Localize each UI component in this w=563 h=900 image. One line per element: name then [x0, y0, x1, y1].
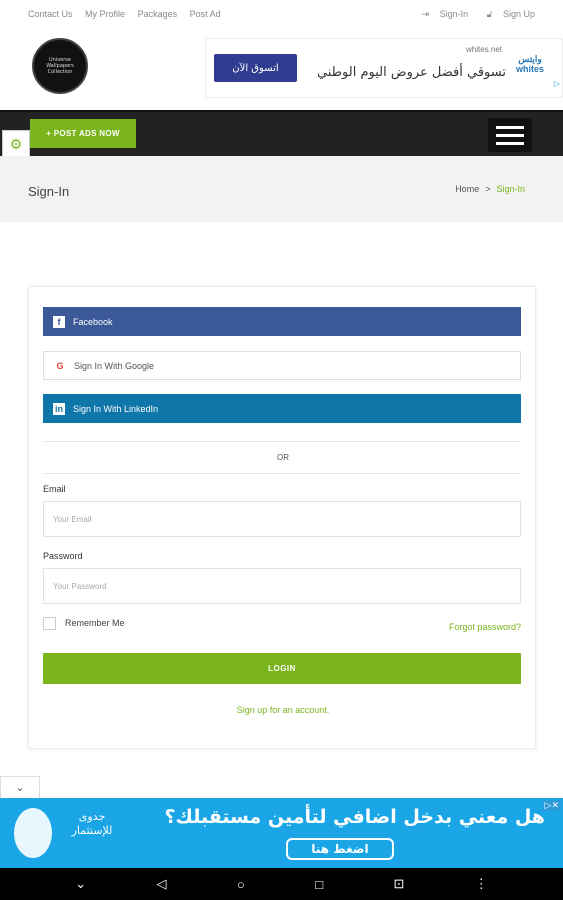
password-label: Password — [43, 551, 83, 561]
google-login-button[interactable]: G Sign In With Google — [43, 351, 521, 380]
bottom-ad-banner[interactable]: جدوى للإستثمار هل معني بدخل اضافي لتأمين… — [0, 798, 563, 868]
screenshot-icon[interactable]: ⊡ — [393, 876, 404, 892]
breadcrumb-bar: Sign-In Home > Sign-In — [0, 156, 563, 222]
ad-brand-logo: وايتس whites — [515, 54, 544, 74]
signup-link[interactable]: 🔓︎ Sign Up — [479, 9, 535, 19]
facebook-label: Facebook — [73, 316, 113, 327]
facebook-icon: f — [53, 315, 65, 328]
ad-brand: جدوى للإستثمار — [71, 810, 113, 838]
signin-icon: ⇥ — [421, 8, 430, 19]
linkedin-icon: in — [53, 402, 65, 415]
ad-shop-button[interactable]: اتسوق الآن — [214, 54, 297, 82]
contact-us-link[interactable]: Contact Us — [28, 9, 73, 19]
breadcrumb-home[interactable]: Home — [455, 184, 479, 194]
page-title: Sign-In — [28, 184, 70, 199]
top-bar: Contact Us My Profile Packages Post Ad ⇥… — [0, 0, 563, 28]
menu-icon[interactable] — [488, 118, 532, 152]
packages-link[interactable]: Packages — [138, 9, 178, 19]
breadcrumb-current: Sign-In — [496, 184, 525, 194]
recents-icon[interactable]: □ — [315, 877, 323, 892]
signup-link[interactable]: Sign up for an account. — [29, 705, 537, 715]
divider-top — [43, 441, 521, 442]
gear-icon[interactable]: ⚙ — [2, 130, 30, 158]
auth-links: ⇥ Sign-In 🔓︎ Sign Up — [406, 9, 536, 20]
plus-icon: + — [46, 129, 54, 138]
facebook-login-button[interactable]: f Facebook — [43, 307, 521, 336]
ad-cta-button[interactable]: اضغط هنا — [286, 838, 394, 860]
ad-domain: whites.net — [465, 45, 502, 54]
or-separator: OR — [277, 453, 289, 462]
ad-headline: تسوقي أفضل عروض اليوم الوطني — [316, 65, 506, 80]
post-ads-button[interactable]: + POST ADS NOW — [30, 119, 136, 148]
signup-label: Sign Up — [502, 8, 535, 19]
more-icon[interactable]: ⋮ — [475, 876, 488, 892]
my-profile-link[interactable]: My Profile — [85, 9, 125, 19]
google-label: Sign In With Google — [74, 360, 155, 371]
linkedin-label: Sign In With LinkedIn — [73, 403, 159, 414]
breadcrumb: Home > Sign-In — [455, 184, 525, 194]
email-label: Email — [43, 484, 66, 494]
signin-label: Sign-In — [439, 8, 469, 19]
logo-text: Universe Wallpapers Collection — [46, 57, 74, 75]
lock-icon: 🔓︎ — [486, 8, 493, 19]
post-ads-label: POST ADS NOW — [53, 129, 120, 138]
remember-me-checkbox[interactable] — [43, 617, 56, 630]
collapse-icon[interactable]: ⌄ — [75, 876, 86, 892]
chevron-down-icon[interactable]: ⌄ — [0, 776, 40, 798]
header: Universe Wallpapers Collection اتسوق الآ… — [0, 28, 563, 110]
linkedin-login-button[interactable]: in Sign In With LinkedIn — [43, 394, 521, 423]
adchoices-icon[interactable]: ▷ — [554, 79, 560, 88]
main-navbar: ⚙ + POST ADS NOW — [0, 110, 563, 158]
ad-logo-icon — [14, 808, 52, 858]
breadcrumb-separator: > — [485, 184, 491, 194]
login-button[interactable]: LOGIN — [43, 653, 521, 684]
home-icon[interactable]: ○ — [237, 877, 245, 892]
top-ad-banner[interactable]: اتسوق الآن whites.net تسوقي أفضل عروض ال… — [205, 38, 563, 98]
site-logo[interactable]: Universe Wallpapers Collection — [32, 38, 88, 94]
signin-card: f Facebook G Sign In With Google in Sign… — [28, 286, 536, 749]
remember-me-label: Remember Me — [65, 618, 125, 628]
android-navigation-bar: ⌄ ◁ ○ □ ⊡ ⋮ — [0, 868, 563, 900]
post-ad-link[interactable]: Post Ad — [190, 9, 221, 19]
forgot-password-link[interactable]: Forgot password? — [449, 622, 521, 632]
top-links: Contact Us My Profile Packages Post Ad — [28, 9, 231, 19]
password-field[interactable] — [43, 568, 521, 604]
back-icon[interactable]: ◁ — [157, 876, 167, 892]
ad-headline: هل معني بدخل اضافي لتأمين مستقبلك؟ — [164, 806, 545, 828]
signin-link[interactable]: ⇥ Sign-In — [414, 9, 469, 19]
email-field[interactable] — [43, 501, 521, 537]
divider-bottom — [43, 473, 521, 474]
ad-close-icon[interactable]: ▷✕ — [542, 800, 561, 811]
google-icon: G — [56, 360, 64, 371]
